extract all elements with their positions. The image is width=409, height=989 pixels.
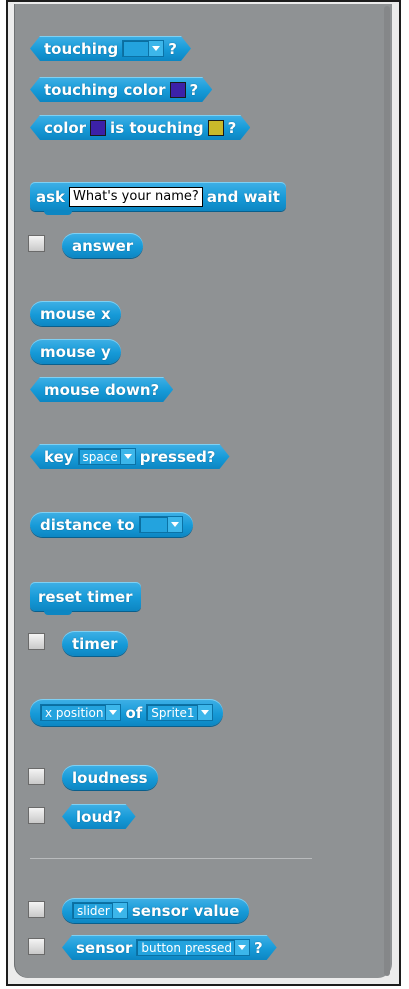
loudness-checkbox[interactable] — [28, 768, 45, 785]
timer-checkbox[interactable] — [28, 633, 45, 650]
reset-timer-label: reset timer — [38, 587, 133, 606]
touching-color-block[interactable]: touching color ? — [30, 77, 212, 102]
color-swatch-b[interactable] — [208, 120, 224, 136]
chevron-down-icon — [111, 903, 127, 918]
attribute-dropdown[interactable]: x position — [40, 704, 122, 721]
loud-label: loud? — [76, 807, 122, 826]
sensor-label: sensor — [76, 938, 133, 957]
sensor-block[interactable]: sensor button pressed ? — [62, 935, 277, 960]
timer-block[interactable]: timer — [62, 631, 128, 656]
chevron-down-icon — [234, 940, 249, 955]
pressed-label: pressed? — [139, 447, 216, 466]
palette-scrollbar[interactable] — [384, 6, 390, 976]
ask-question-input[interactable]: What's your name? — [69, 186, 203, 207]
color-is-touching-block[interactable]: color is touching ? — [30, 115, 250, 140]
distance-to-label: distance to — [40, 515, 135, 534]
key-label: key — [44, 447, 74, 466]
reset-timer-block[interactable]: reset timer — [30, 582, 141, 615]
mouse-down-block[interactable]: mouse down? — [30, 377, 173, 402]
mouse-y-label: mouse y — [40, 342, 111, 361]
loud-block[interactable]: loud? — [62, 804, 136, 829]
touching-color-label: touching color — [44, 80, 166, 99]
loudness-block[interactable]: loudness — [62, 765, 158, 790]
distance-target-dropdown[interactable] — [138, 516, 183, 533]
sensor-value-label: sensor value — [131, 901, 240, 920]
key-dropdown-value: space — [82, 449, 118, 464]
color-swatch-a[interactable] — [90, 120, 106, 136]
of-label: of — [125, 703, 143, 722]
distance-to-block[interactable]: distance to — [30, 512, 193, 537]
touching-question: ? — [168, 39, 177, 58]
mouse-down-label: mouse down? — [44, 380, 160, 399]
ask-and-wait-block[interactable]: ask What's your name? and wait — [30, 182, 286, 215]
sprite-dropdown[interactable]: Sprite1 — [146, 704, 213, 721]
touching-block[interactable]: touching ? — [30, 36, 191, 61]
touching-color-question: ? — [189, 80, 199, 99]
touching-target-dropdown[interactable] — [122, 40, 164, 57]
chevron-down-icon — [120, 449, 135, 464]
sensor-question: ? — [254, 938, 263, 957]
sensor-value-block[interactable]: slider sensor value — [62, 898, 250, 923]
attribute-dropdown-value: x position — [45, 705, 104, 720]
answer-label: answer — [72, 236, 134, 255]
sensor-dropdown[interactable]: button pressed — [136, 939, 250, 956]
ask-label: ask — [36, 187, 66, 206]
mouse-y-block[interactable]: mouse y — [30, 339, 121, 364]
sensor-checkbox[interactable] — [28, 938, 45, 955]
chevron-down-icon — [105, 705, 121, 720]
chevron-down-icon — [166, 517, 182, 532]
chevron-down-icon — [196, 705, 212, 720]
mouse-x-block[interactable]: mouse x — [30, 301, 121, 326]
answer-block[interactable]: answer — [62, 233, 144, 258]
sensor-dropdown-value: button pressed — [141, 940, 232, 955]
mouse-x-label: mouse x — [40, 304, 111, 323]
loud-checkbox[interactable] — [28, 807, 45, 824]
chevron-down-icon — [148, 41, 163, 56]
is-touching-label: is touching — [110, 118, 204, 137]
and-wait-label: and wait — [206, 187, 280, 206]
color-swatch[interactable] — [170, 82, 186, 98]
loudness-label: loudness — [72, 768, 148, 787]
touching-label: touching — [44, 39, 119, 58]
sprite-dropdown-value: Sprite1 — [151, 705, 195, 720]
timer-label: timer — [72, 634, 118, 653]
color-label: color — [44, 118, 87, 137]
sensor-type-dropdown[interactable]: slider — [72, 902, 128, 919]
key-dropdown[interactable]: space — [78, 448, 136, 465]
sensor-value-checkbox[interactable] — [28, 901, 45, 918]
key-pressed-block[interactable]: key space pressed? — [30, 444, 230, 469]
sensor-type-value: slider — [77, 903, 110, 918]
answer-checkbox[interactable] — [28, 235, 45, 252]
color-is-touching-question: ? — [227, 118, 237, 137]
palette-divider — [30, 858, 312, 859]
attribute-of-block[interactable]: x position of Sprite1 — [30, 699, 223, 726]
sensing-palette — [14, 4, 392, 978]
